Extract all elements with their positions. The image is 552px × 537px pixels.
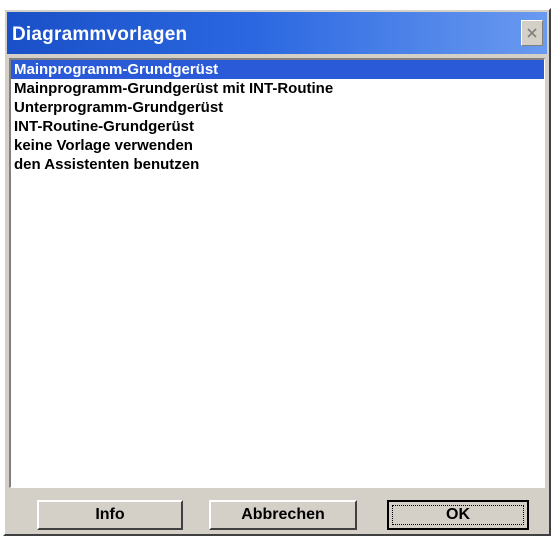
button-bar: Info Abbrechen OK [9,494,545,534]
template-item-assistant[interactable]: den Assistenten benutzen [11,155,544,174]
template-item-no-template[interactable]: keine Vorlage verwenden [11,136,544,155]
ok-button-label: OK [446,506,470,523]
info-button[interactable]: Info [37,500,183,530]
ok-button[interactable]: OK [387,500,529,530]
close-icon [527,28,537,38]
dialog-title: Diagrammvorlagen [12,24,188,45]
template-list[interactable]: Mainprogramm-Grundgerüst Mainprogramm-Gr… [9,58,545,488]
template-item-unterprogramm[interactable]: Unterprogramm-Grundgerüst [11,98,544,117]
template-item-int-routine[interactable]: INT-Routine-Grundgerüst [11,117,544,136]
title-bar[interactable]: Diagrammvorlagen [7,12,547,54]
cancel-button[interactable]: Abbrechen [209,500,357,530]
template-item-mainprogramm[interactable]: Mainprogramm-Grundgerüst [11,60,544,79]
close-button[interactable] [521,20,543,46]
template-item-mainprogramm-int[interactable]: Mainprogramm-Grundgerüst mit INT-Routine [11,79,544,98]
template-dialog: Diagrammvorlagen Mainprogramm-Grundgerüs… [3,8,551,536]
